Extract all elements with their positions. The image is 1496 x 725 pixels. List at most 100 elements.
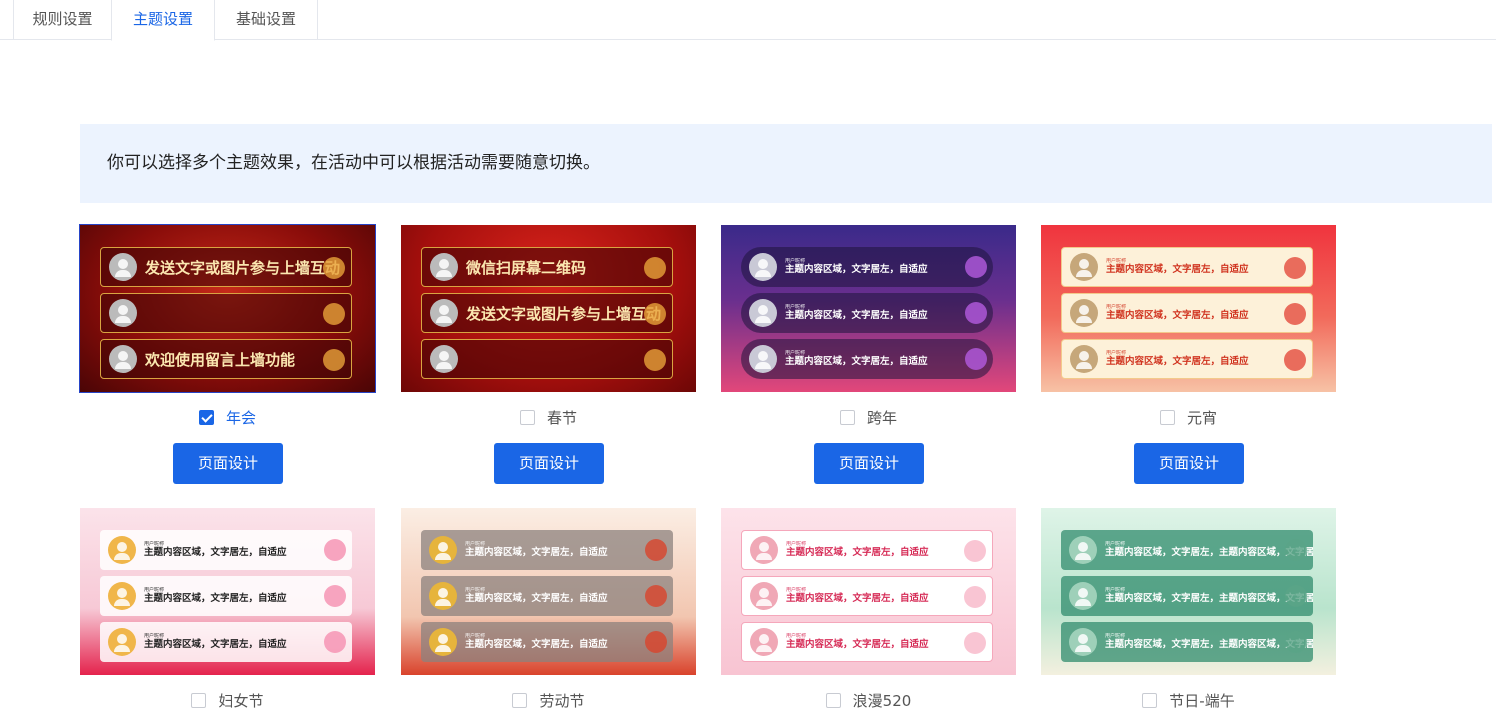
- nickname: 用户昵称: [785, 350, 806, 356]
- page-design-button[interactable]: 页面设计: [814, 443, 924, 484]
- theme-checkbox-row[interactable]: 浪漫520: [721, 690, 1016, 710]
- decoration-icon: [964, 540, 986, 562]
- message-text: 发送文字或图片参与上墙互动: [466, 304, 662, 323]
- decoration-icon: [324, 585, 346, 607]
- message-text: 主题内容区域，文字居左，自适应: [786, 547, 929, 558]
- message-bar: 用户昵称主题内容区域，文字居左，主题内容区域，文字居左，自适应: [1061, 622, 1313, 662]
- theme-label[interactable]: 元宵: [1187, 407, 1217, 428]
- message-bar: 用户昵称 主题内容区域，文字居左，自适应: [100, 622, 352, 662]
- theme-thumbnail[interactable]: 用户昵称 主题内容区域，文字居左，自适应 用户昵称 主题内容区域，文字居左，自适应 用户…: [721, 225, 1016, 392]
- decoration-icon: [965, 348, 987, 370]
- theme-thumbnail[interactable]: 微信扫屏幕二维码发送文字或图片参与上墙互动: [401, 225, 696, 392]
- theme-checkbox-row[interactable]: 年会: [80, 407, 375, 427]
- theme-thumbnail[interactable]: 发送文字或图片参与上墙互动欢迎使用留言上墙功能: [79, 224, 376, 393]
- message-bar: 用户昵称 主题内容区域，文字居左，自适应: [741, 293, 993, 333]
- decoration-icon: [645, 631, 667, 653]
- message-text: 主题内容区域，文字居左，主题内容区域，文字居左，自适应: [1105, 639, 1313, 650]
- decoration-icon: [1285, 631, 1307, 653]
- message-bar: 用户昵称 主题内容区域，文字居左，自适应: [100, 576, 352, 616]
- avatar-icon: [429, 628, 457, 656]
- checkbox[interactable]: [198, 409, 214, 425]
- avatar-icon: [1069, 628, 1097, 656]
- theme-thumbnail[interactable]: 用户昵称主题内容区域，文字居左，主题内容区域，文字居左，自适应用户昵称主题内容区…: [1041, 508, 1336, 675]
- message-bar: 发送文字或图片参与上墙互动: [100, 247, 352, 287]
- avatar-icon: [1069, 536, 1097, 564]
- nickname: 用户昵称: [465, 541, 486, 547]
- avatar-icon: [750, 582, 778, 610]
- page-design-button[interactable]: 页面设计: [494, 443, 604, 484]
- checkbox[interactable]: [839, 409, 855, 425]
- message-text: 主题内容区域，文字居左，自适应: [785, 310, 928, 321]
- nickname: 用户昵称: [1105, 587, 1126, 593]
- message-bar: 用户昵称 主题内容区域，文字居左，自适应: [741, 339, 993, 379]
- avatar-icon: [109, 253, 137, 281]
- decoration-icon: [965, 256, 987, 278]
- message-bar: 用户昵称 主题内容区域，文字居左，自适应: [741, 530, 993, 570]
- nickname: 用户昵称: [465, 633, 486, 639]
- message-bar: 用户昵称 主题内容区域，文字居左，自适应: [1061, 247, 1313, 287]
- theme-label[interactable]: 跨年: [867, 407, 897, 428]
- nickname: 用户昵称: [785, 304, 806, 310]
- theme-thumbnail[interactable]: 用户昵称 主题内容区域，文字居左，自适应 用户昵称 主题内容区域，文字居左，自适应 用户…: [1041, 225, 1336, 392]
- message-text: 欢迎使用留言上墙功能: [145, 350, 296, 369]
- tab-basic[interactable]: 基础设置: [214, 0, 318, 40]
- theme-checkbox-row[interactable]: 妇女节: [80, 690, 375, 710]
- message-text: 主题内容区域，文字居左，自适应: [1106, 264, 1249, 275]
- checkbox[interactable]: [1159, 409, 1175, 425]
- message-bar: 用户昵称 主题内容区域，文字居左，自适应: [421, 576, 673, 616]
- decoration-icon: [1284, 349, 1306, 371]
- nickname: 用户昵称: [1106, 258, 1127, 264]
- message-text: 主题内容区域，文字居左，自适应: [465, 547, 608, 558]
- theme-label[interactable]: 节日-端午: [1169, 690, 1234, 711]
- checkbox[interactable]: [1142, 692, 1158, 708]
- nickname: 用户昵称: [144, 541, 165, 547]
- avatar-icon: [1069, 582, 1097, 610]
- theme-thumbnail[interactable]: 用户昵称 主题内容区域，文字居左，自适应 用户昵称 主题内容区域，文字居左，自适应 用户…: [401, 508, 696, 675]
- avatar-icon: [108, 536, 136, 564]
- avatar-icon: [750, 628, 778, 656]
- nickname: 用户昵称: [786, 587, 807, 593]
- checkbox[interactable]: [191, 692, 207, 708]
- nickname: 用户昵称: [786, 541, 807, 547]
- message-bar: 用户昵称主题内容区域，文字居左，主题内容区域，文字居左，自适应: [1061, 576, 1313, 616]
- message-text: 主题内容区域，文字居左，主题内容区域，文字居左，自适应: [1105, 547, 1313, 558]
- message-text: 主题内容区域，文字居左，自适应: [785, 356, 928, 367]
- theme-checkbox-row[interactable]: 跨年: [721, 407, 1016, 427]
- theme-checkbox-row[interactable]: 元宵: [1041, 407, 1336, 427]
- theme-label[interactable]: 浪漫520: [853, 690, 912, 711]
- theme-label[interactable]: 劳动节: [539, 690, 584, 711]
- avatar-icon: [430, 299, 458, 327]
- tab-rules[interactable]: 规则设置: [13, 0, 112, 40]
- checkbox[interactable]: [825, 692, 841, 708]
- theme-label[interactable]: 春节: [547, 407, 577, 428]
- decoration-icon: [1285, 539, 1307, 561]
- decoration-icon: [323, 257, 345, 279]
- info-notice: 你可以选择多个主题效果，在活动中可以根据活动需要随意切换。: [80, 124, 1492, 203]
- avatar-icon: [749, 345, 777, 373]
- avatar-icon: [749, 299, 777, 327]
- checkbox[interactable]: [519, 409, 535, 425]
- page-design-button[interactable]: 页面设计: [1134, 443, 1244, 484]
- message-bar: 用户昵称 主题内容区域，文字居左，自适应: [1061, 339, 1313, 379]
- avatar-icon: [1070, 345, 1098, 373]
- message-bar: 微信扫屏幕二维码: [421, 247, 673, 287]
- theme-checkbox-row[interactable]: 劳动节: [401, 690, 696, 710]
- tab-theme[interactable]: 主题设置: [111, 0, 215, 41]
- page-design-button[interactable]: 页面设计: [173, 443, 283, 484]
- theme-checkbox-row[interactable]: 节日-端午: [1041, 690, 1336, 710]
- theme-checkbox-row[interactable]: 春节: [401, 407, 696, 427]
- message-bar: [100, 293, 352, 333]
- checkbox[interactable]: [512, 692, 528, 708]
- message-text: 主题内容区域，文字居左，主题内容区域，文字居左，自适应: [1105, 593, 1313, 604]
- message-bar: 用户昵称 主题内容区域，文字居左，自适应: [741, 576, 993, 616]
- message-bar: 用户昵称 主题内容区域，文字居左，自适应: [741, 247, 993, 287]
- decoration-icon: [324, 539, 346, 561]
- theme-thumbnail[interactable]: 用户昵称 主题内容区域，文字居左，自适应 用户昵称 主题内容区域，文字居左，自适应 用户…: [80, 508, 375, 675]
- theme-thumbnail[interactable]: 用户昵称 主题内容区域，文字居左，自适应 用户昵称 主题内容区域，文字居左，自适应 用户…: [721, 508, 1016, 675]
- message-text: 主题内容区域，文字居左，自适应: [144, 593, 287, 604]
- decoration-icon: [964, 632, 986, 654]
- decoration-icon: [964, 586, 986, 608]
- theme-label[interactable]: 年会: [226, 407, 256, 428]
- theme-label[interactable]: 妇女节: [218, 690, 263, 711]
- message-text: 微信扫屏幕二维码: [466, 258, 587, 277]
